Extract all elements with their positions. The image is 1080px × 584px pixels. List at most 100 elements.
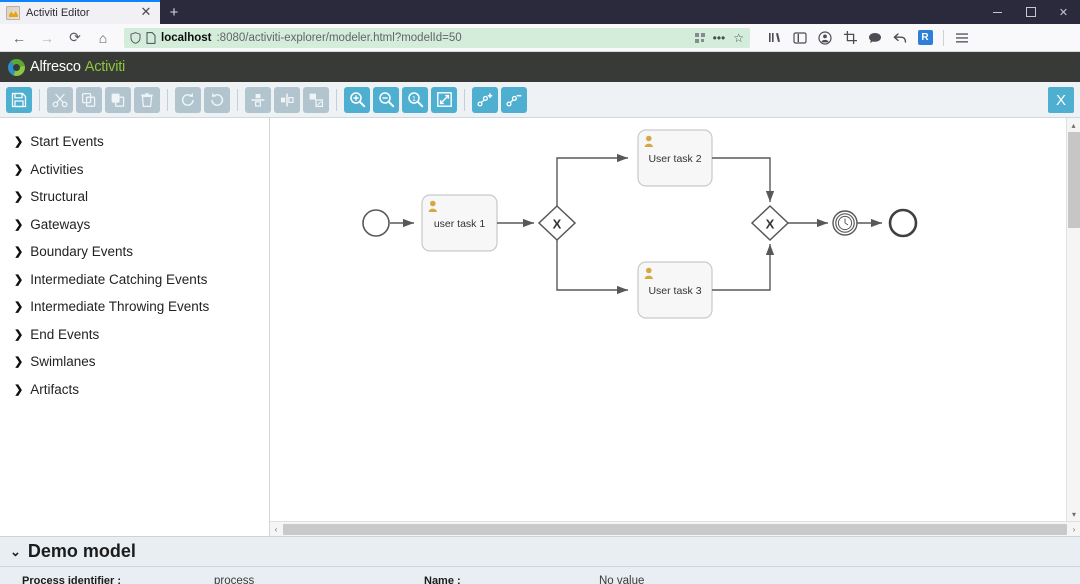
horizontal-scroll-thumb[interactable] (283, 523, 1067, 535)
app-header: Alfresco Activiti (0, 52, 1080, 82)
zoom-in-button[interactable] (344, 86, 370, 113)
palette-sidebar: ❯ Start Events ❯ Activities ❯ Structural… (0, 118, 270, 536)
back-icon[interactable]: ← (6, 26, 32, 50)
property-label: Process identifier : (22, 575, 122, 584)
chevron-down-icon: ⌄ (10, 543, 21, 559)
palette-group-label: Intermediate Throwing Events (30, 299, 210, 315)
hamburger-menu-icon[interactable] (951, 27, 973, 49)
bpmn-canvas[interactable]: user task 1 X User task 2 User task 3 X (270, 118, 1066, 521)
bpmn-exclusive-gateway-merge: X (750, 204, 790, 242)
browser-window: Activiti Editor ✕ + ← → ⟳ ⌂ localhost:80… (0, 0, 1080, 584)
zoom-fit-button[interactable] (431, 86, 457, 113)
zoom-out-button[interactable] (373, 86, 399, 113)
toolbar-divider (943, 29, 944, 46)
remove-bendpoint-button[interactable] (501, 86, 527, 113)
canvas-horizontal-scrollbar[interactable]: ‹ › (270, 521, 1080, 536)
browser-toolbar-icons: R (760, 27, 973, 49)
page-actions-icon[interactable]: ••• (713, 31, 726, 45)
toolbar-separator (464, 88, 465, 111)
copy-button[interactable] (76, 86, 102, 113)
bookmark-star-icon[interactable]: ☆ (733, 31, 744, 45)
align-horizontal-button[interactable] (274, 86, 300, 113)
chevron-right-icon: ❯ (14, 218, 24, 231)
scroll-down-arrow-icon[interactable]: ▾ (1067, 507, 1080, 521)
qr-code-icon[interactable] (694, 32, 705, 43)
palette-group-label: Intermediate Catching Events (30, 271, 208, 287)
extension-badge-r-icon[interactable]: R (914, 27, 936, 49)
scroll-right-arrow-icon[interactable]: › (1068, 525, 1080, 534)
address-bar[interactable]: localhost:8080/activiti-explorer/modeler… (124, 27, 750, 48)
property-row-process-identifier: Process identifier : process (22, 574, 410, 584)
redo-button[interactable] (175, 86, 201, 113)
canvas-vertical-scrollbar[interactable]: ▴ ▾ (1066, 118, 1080, 521)
zoom-actual-button[interactable]: 1 (402, 86, 428, 113)
svg-text:X: X (553, 217, 562, 232)
account-icon[interactable] (814, 27, 836, 49)
tab-close-icon[interactable]: ✕ (138, 5, 154, 21)
browser-titlebar: Activiti Editor ✕ + (0, 0, 1080, 24)
palette-group-label: Structural (30, 189, 88, 205)
property-label: Name : (424, 575, 461, 584)
vertical-scroll-thumb[interactable] (1068, 132, 1080, 228)
undo-button[interactable] (204, 86, 230, 113)
bpmn-end-event (888, 208, 918, 238)
close-editor-button[interactable]: X (1048, 87, 1074, 113)
extension-badge-r-label: R (917, 30, 933, 45)
palette-group-activities[interactable]: ❯ Activities (0, 156, 269, 184)
property-value[interactable]: process (214, 574, 410, 584)
chevron-right-icon: ❯ (14, 328, 24, 341)
svg-text:user task 1: user task 1 (434, 218, 486, 230)
align-vertical-button[interactable] (245, 86, 271, 113)
save-button[interactable] (6, 86, 32, 113)
delete-button[interactable] (134, 86, 160, 113)
svg-text:1: 1 (412, 96, 416, 103)
palette-group-gateways[interactable]: ❯ Gateways (0, 211, 269, 239)
shield-icon (130, 31, 141, 44)
property-row-name: Name : No value (424, 574, 810, 584)
chevron-right-icon: ❯ (14, 136, 24, 149)
same-size-button[interactable] (303, 86, 329, 113)
window-maximize-icon[interactable] (1014, 0, 1047, 24)
browser-tab-activiti-editor[interactable]: Activiti Editor ✕ (0, 0, 160, 24)
svg-text:X: X (766, 217, 775, 232)
properties-column-left: Process identifier : process Documentati… (0, 574, 410, 584)
chevron-right-icon: ❯ (14, 356, 24, 369)
tab-title: Activiti Editor (26, 7, 90, 19)
palette-group-swimlanes[interactable]: ❯ Swimlanes (0, 348, 269, 376)
chevron-right-icon: ❯ (14, 246, 24, 259)
new-tab-button[interactable]: + (160, 0, 188, 24)
window-minimize-icon[interactable] (981, 0, 1014, 24)
library-icon[interactable] (764, 27, 786, 49)
palette-group-start-events[interactable]: ❯ Start Events (0, 128, 269, 156)
palette-group-intermediate-throwing-events[interactable]: ❯ Intermediate Throwing Events (0, 293, 269, 321)
forward-icon[interactable]: → (34, 26, 60, 50)
scroll-left-arrow-icon[interactable]: ‹ (270, 525, 282, 534)
chat-bubble-icon[interactable] (864, 27, 886, 49)
diagram-canvas-area[interactable]: user task 1 X User task 2 User task 3 X … (270, 118, 1080, 536)
chevron-right-icon: ❯ (14, 273, 24, 286)
scroll-up-arrow-icon[interactable]: ▴ (1067, 118, 1080, 132)
sidebar-icon[interactable] (789, 27, 811, 49)
palette-group-structural[interactable]: ❯ Structural (0, 183, 269, 211)
reload-icon[interactable]: ⟳ (62, 26, 88, 50)
properties-column-right: Name : No value Process author : No valu… (410, 574, 810, 584)
properties-body: Process identifier : process Documentati… (0, 567, 1080, 584)
paste-button[interactable] (105, 86, 131, 113)
property-value[interactable]: No value (599, 574, 809, 584)
palette-group-boundary-events[interactable]: ❯ Boundary Events (0, 238, 269, 266)
undo-arrow-icon[interactable] (889, 27, 911, 49)
palette-group-artifacts[interactable]: ❯ Artifacts (0, 376, 269, 404)
screenshot-crop-icon[interactable] (839, 27, 861, 49)
properties-header[interactable]: ⌄ Demo model (0, 537, 1080, 567)
bpmn-exclusive-gateway-split: X (537, 204, 577, 242)
home-icon[interactable]: ⌂ (90, 26, 116, 50)
bpmn-user-task-2: User task 2 (637, 129, 713, 187)
palette-group-intermediate-catching-events[interactable]: ❯ Intermediate Catching Events (0, 266, 269, 294)
url-host: localhost (161, 31, 212, 44)
palette-group-end-events[interactable]: ❯ End Events (0, 321, 269, 349)
window-close-icon[interactable] (1047, 0, 1080, 24)
palette-group-label: End Events (30, 326, 100, 342)
palette-group-label: Start Events (30, 134, 104, 150)
cut-button[interactable] (47, 86, 73, 113)
add-bendpoint-button[interactable] (472, 86, 498, 113)
